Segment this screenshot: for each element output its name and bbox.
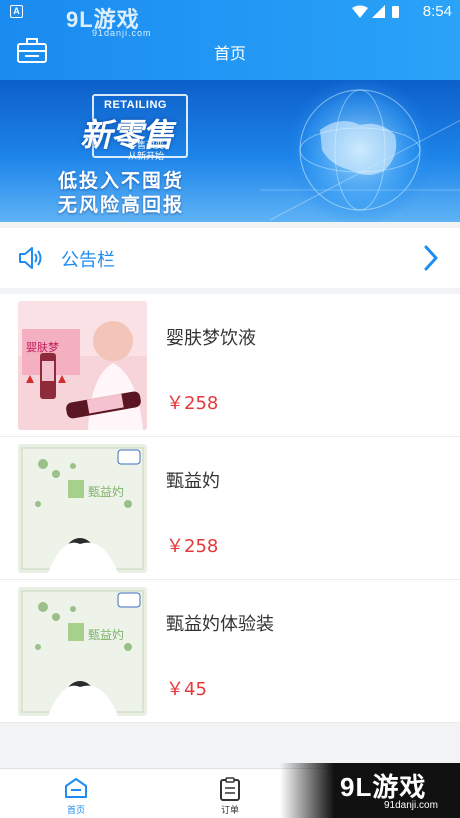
product-item[interactable]: 婴肤梦 婴肤梦饮液 ￥258 — [0, 294, 460, 437]
product-price: ￥258 — [166, 536, 219, 557]
promo-banner[interactable]: RETAILING 新零售 零售改变 从新开始 低投入不囤货 无风险高回报 — [0, 80, 460, 222]
product-price: ￥258 — [166, 393, 219, 414]
app-notification-icon: A — [10, 5, 23, 18]
top-header: A 9L游戏 91danji.com 8:54 首页 — [0, 0, 460, 80]
product-name[interactable]: 甄益妁 — [166, 467, 220, 493]
tab-label: 订单 — [220, 806, 239, 816]
globe-graphic — [260, 80, 460, 222]
product-item[interactable]: 甄益妁 甄益妁 ￥258 — [0, 437, 460, 580]
banner-sub-line-2: 从新开始 — [128, 152, 165, 162]
tab-label: 首页 — [66, 806, 85, 816]
watermark-url: 91danji.com — [92, 28, 152, 38]
product-list: 婴肤梦 婴肤梦饮液 ￥258 甄益妁 甄益妁 ￥258 甄益妁 甄益妁体验装 ￥… — [0, 294, 460, 723]
product-name[interactable]: 甄益妁体验装 — [166, 610, 274, 636]
watermark-top: 9L游戏 91danji.com — [66, 2, 151, 38]
page-title: 首页 — [213, 44, 246, 63]
status-time: 8:54 — [422, 3, 452, 20]
product-image[interactable]: 婴肤梦 — [18, 301, 147, 430]
product-name[interactable]: 婴肤梦饮液 — [166, 324, 256, 350]
notice-label: 公告栏 — [61, 250, 115, 271]
product-image[interactable]: 甄益妁 — [18, 587, 147, 716]
speaker-icon — [19, 247, 42, 269]
battery-icon — [392, 6, 399, 18]
clipboard-icon — [220, 777, 240, 801]
tab-orders[interactable]: 订单 — [200, 773, 260, 817]
home-icon — [65, 778, 87, 798]
watermark-brand-bottom: 9L游戏 — [340, 772, 427, 802]
watermark-bottom: 9L游戏 91danji.com — [280, 763, 460, 818]
tab-home[interactable]: 首页 — [46, 773, 106, 817]
chevron-right-icon[interactable] — [422, 244, 440, 272]
svg-text:甄益妁: 甄益妁 — [88, 485, 124, 499]
watermark-url-bottom: 91danji.com — [384, 800, 438, 811]
product-item[interactable]: 甄益妁 甄益妁体验装 ￥45 — [0, 580, 460, 723]
signal-icon — [372, 5, 385, 18]
status-bar: A 9L游戏 91danji.com 8:54 — [0, 0, 460, 38]
wifi-icon — [352, 5, 368, 18]
banner-headline-1: 低投入不囤货 — [58, 170, 185, 192]
notice-bar[interactable]: 公告栏 — [0, 228, 460, 288]
svg-text:甄益妁: 甄益妁 — [88, 628, 124, 642]
product-image[interactable]: 甄益妁 — [18, 444, 147, 573]
product-price: ￥45 — [166, 679, 207, 700]
status-icons — [352, 5, 399, 18]
svg-text:婴肤梦: 婴肤梦 — [26, 340, 59, 354]
banner-headline-2: 无风险高回报 — [58, 194, 185, 216]
